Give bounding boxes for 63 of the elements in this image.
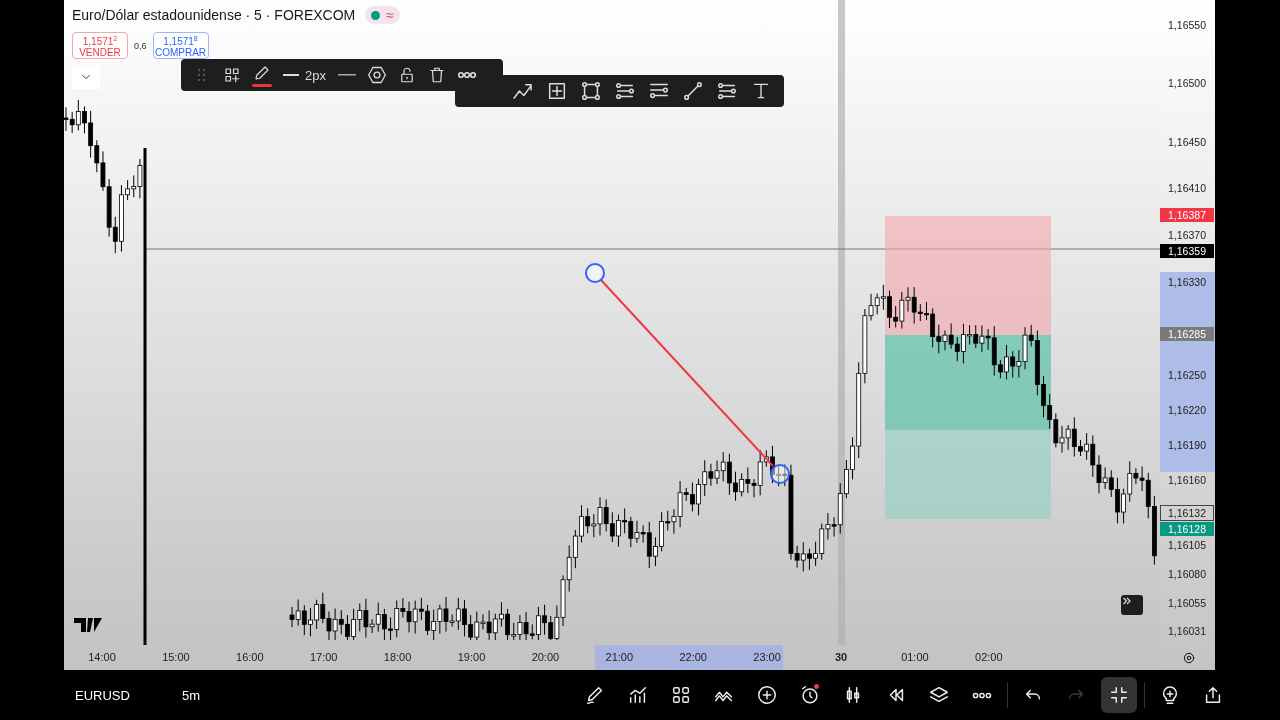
time-label: 19:00 — [457, 651, 486, 663]
watchlist-interval: 5m — [181, 687, 200, 703]
price-tag: 1,16128 — [1160, 522, 1214, 537]
price-label: 1,16105 — [1167, 538, 1207, 553]
price-tag: 1,16285 — [1160, 327, 1214, 342]
long-position-drawing[interactable] — [885, 216, 1051, 519]
zigzag-arrow-icon — [512, 82, 534, 100]
price-label: 1,16500 — [1167, 76, 1207, 91]
levels-icon — [614, 80, 636, 102]
time-label: 14:00 — [88, 651, 116, 663]
more-icon — [456, 71, 477, 79]
price-label: 1,16080 — [1167, 566, 1207, 581]
time-label: 16:00 — [236, 651, 264, 663]
time-label: 21:00 — [605, 651, 634, 663]
chart-settings-button[interactable] — [1182, 651, 1196, 665]
drag-handle-icon — [197, 67, 207, 83]
buy-button[interactable]: 1,1571$^{8}$ COMPRAR — [152, 32, 209, 59]
price-label: 1,16450 — [1167, 134, 1207, 149]
tradingview-logo — [74, 618, 102, 632]
trend-line[interactable] — [585, 263, 790, 484]
grid-plus-icon — [223, 66, 241, 84]
time-label: 15:00 — [162, 651, 190, 663]
scroll-to-realtime-button[interactable] — [1121, 595, 1143, 615]
channel-icon — [716, 80, 738, 102]
price-tag: 1,16387 — [1160, 208, 1214, 223]
line-width-button[interactable]: 2px — [277, 67, 332, 83]
time-label: 02:00 — [975, 651, 1003, 663]
price-label: 1,16190 — [1167, 438, 1207, 453]
delay-icon: ≈ — [386, 8, 394, 22]
crosshair-box-icon — [546, 80, 568, 102]
fullscreen-exit-button[interactable] — [1101, 677, 1137, 713]
vertical-line[interactable] — [143, 148, 147, 645]
hexagon-icon — [366, 65, 387, 85]
time-label: 01:00 — [901, 651, 929, 663]
rectangle-icon — [580, 80, 602, 102]
watchlist-symbol[interactable]: EURUSD — [75, 687, 130, 703]
settings-icon — [1182, 651, 1196, 665]
price-label: 1,16031 — [1167, 624, 1207, 638]
spread-value: 0,6 — [134, 40, 147, 51]
trash-icon — [427, 66, 446, 84]
time-label: 22:00 — [679, 651, 707, 663]
price-label: 1,16370 — [1167, 228, 1207, 243]
price-label: 1,16220 — [1167, 403, 1207, 418]
double-chevron-icon — [1121, 595, 1133, 607]
price-label: 1,16410 — [1167, 181, 1207, 196]
price-label: 1,16330 — [1167, 274, 1207, 289]
time-label: 17:00 — [309, 651, 338, 663]
price-label: 1,16250 — [1167, 368, 1207, 383]
line-icon — [283, 73, 299, 77]
price-tag: 1,16359 — [1160, 244, 1214, 259]
trend-line-icon — [682, 80, 704, 102]
price-tag: 1,16132 — [1160, 505, 1214, 522]
time-label: 23:00 — [753, 651, 781, 663]
text-icon — [751, 81, 771, 101]
line-icon — [337, 73, 356, 77]
symbol-title: Euro/Dólar estadounidense · 5 · FOREXCOM — [72, 7, 356, 23]
price-label: 1,16160 — [1167, 473, 1207, 488]
price-label: 1,16055 — [1167, 595, 1207, 610]
time-label: 20:00 — [531, 651, 560, 663]
sell-button[interactable]: 1,1571$^{2}$ VENDER — [72, 32, 128, 59]
time-label: 18:00 — [383, 651, 412, 663]
date-label: 30 — [834, 651, 848, 663]
price-label: 1,16550 — [1167, 18, 1207, 32]
